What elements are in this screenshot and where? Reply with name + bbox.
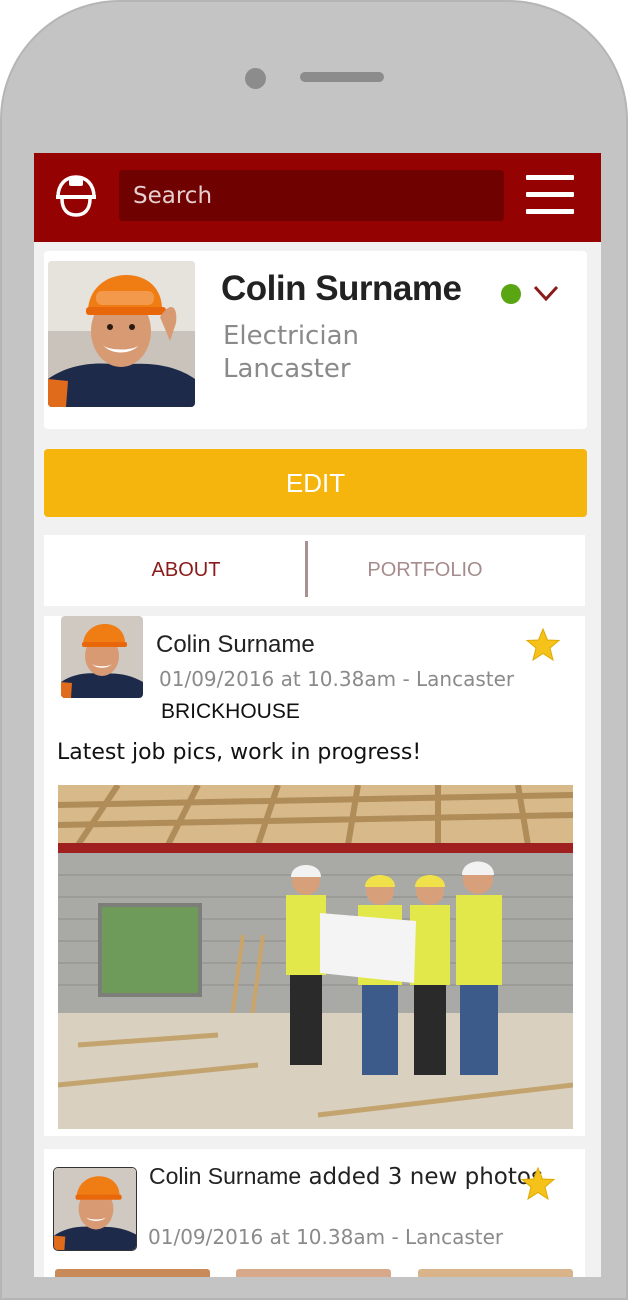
phone-frame: Colin Surname Electrician Lancaster EDIT… bbox=[0, 0, 628, 1300]
photo-thumbnail[interactable] bbox=[236, 1269, 391, 1277]
post-action-text: added 3 new photos. bbox=[301, 1164, 551, 1190]
earpiece-speaker bbox=[300, 72, 384, 82]
post-project-tag[interactable]: BRICKHOUSE bbox=[161, 700, 300, 724]
profile-location: Lancaster bbox=[223, 354, 351, 384]
chevron-down-icon[interactable] bbox=[533, 284, 559, 302]
tab-portfolio[interactable]: PORTFOLIO bbox=[293, 535, 557, 606]
hard-hat-icon[interactable] bbox=[54, 173, 98, 217]
post-author-name[interactable]: Colin Surname bbox=[149, 1163, 301, 1189]
profile-tabs: ABOUT PORTFOLIO bbox=[44, 535, 585, 606]
feed-post: Colin Surname 01/09/2016 at 10.38am - La… bbox=[44, 616, 585, 1136]
star-icon[interactable] bbox=[525, 627, 561, 663]
feed-post: Colin Surname added 3 new photos. 01/09/… bbox=[44, 1149, 585, 1277]
avatar[interactable] bbox=[48, 261, 195, 407]
post-author-name[interactable]: Colin Surname bbox=[156, 631, 315, 659]
edit-button[interactable]: EDIT bbox=[44, 449, 587, 517]
camera-lens bbox=[245, 68, 266, 89]
post-avatar[interactable] bbox=[61, 616, 143, 698]
search-input[interactable] bbox=[119, 170, 504, 221]
photo-thumbnail[interactable] bbox=[418, 1269, 573, 1277]
post-photo[interactable] bbox=[58, 785, 573, 1129]
online-status-dot-icon bbox=[501, 284, 521, 304]
app-screen: Colin Surname Electrician Lancaster EDIT… bbox=[34, 153, 601, 1277]
profile-card: Colin Surname Electrician Lancaster bbox=[44, 251, 587, 429]
photo-thumbnail[interactable] bbox=[55, 1269, 210, 1277]
hamburger-menu-icon[interactable] bbox=[526, 173, 574, 215]
post-activity-text: Colin Surname added 3 new photos. bbox=[149, 1162, 569, 1191]
top-bar bbox=[34, 153, 601, 242]
profile-occupation: Electrician bbox=[223, 321, 359, 351]
post-timestamp: 01/09/2016 at 10.38am - Lancaster bbox=[148, 1225, 504, 1249]
post-body-text: Latest job pics, work in progress! bbox=[57, 740, 422, 765]
post-timestamp: 01/09/2016 at 10.38am - Lancaster bbox=[159, 667, 515, 691]
star-icon[interactable] bbox=[520, 1166, 556, 1202]
profile-name: Colin Surname bbox=[221, 269, 462, 308]
tab-about[interactable]: ABOUT bbox=[54, 535, 318, 606]
post-avatar[interactable] bbox=[53, 1167, 137, 1251]
